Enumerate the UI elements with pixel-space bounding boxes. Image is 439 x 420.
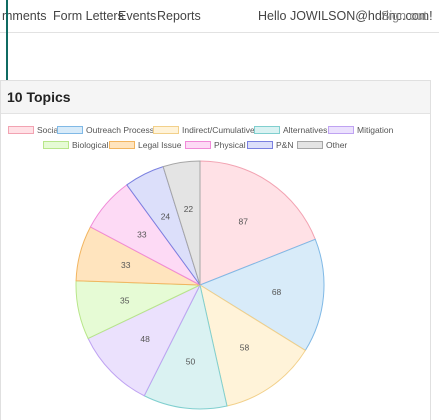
pie-value-label: 50 bbox=[186, 356, 196, 366]
pie-value-label: 35 bbox=[120, 296, 130, 306]
nav-divider bbox=[0, 32, 439, 33]
pie-value-label: 58 bbox=[240, 343, 250, 353]
pie-value-label: 24 bbox=[161, 211, 171, 221]
nav-link-reports[interactable]: Reports bbox=[157, 9, 201, 23]
nav-link-form-letters[interactable]: Form Letters bbox=[53, 9, 124, 23]
page: mments Form Letters Events Reports Hello… bbox=[0, 0, 439, 420]
pie-value-label: 33 bbox=[137, 230, 147, 240]
pie-chart: 87 68 58 50 48 35 33 33 24 22 bbox=[75, 160, 325, 410]
pie-value-label: 48 bbox=[140, 334, 150, 344]
pie-value-label: 22 bbox=[184, 204, 194, 214]
pie-value-label: 68 bbox=[272, 287, 282, 297]
sign-out-link[interactable]: Sign out bbox=[381, 9, 427, 23]
top-navigation: mments Form Letters Events Reports Hello… bbox=[0, 0, 439, 32]
nav-link-events[interactable]: Events bbox=[118, 9, 156, 23]
nav-link-comments[interactable]: mments bbox=[2, 9, 46, 23]
card-header: 10 Topics bbox=[1, 81, 430, 114]
pie-value-label: 87 bbox=[238, 216, 248, 226]
card-title: 10 Topics bbox=[7, 89, 71, 105]
topics-card: 10 Topics Social Outreach Process Indirect… bbox=[0, 80, 431, 420]
pie-value-label: 33 bbox=[121, 260, 131, 270]
